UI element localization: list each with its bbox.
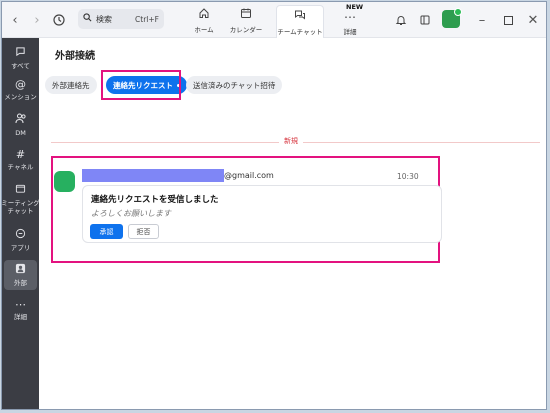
app-window: ‹ › 検索 Ctrl+F ホーム カレンダー チームチャット NEW ⋯ 詳細… [1,1,547,410]
card-subtitle: よろしくお願いします [91,209,171,218]
sidebar-item-more[interactable]: ⋯ 詳細 [2,298,39,321]
tab-more-label: 詳細 [343,27,357,36]
search-icon [83,13,92,25]
tab-home-label: ホーム [194,25,214,34]
sidebar-item-apps[interactable]: アプリ [2,228,39,252]
page-title: 外部接続 [55,51,95,62]
card-title: 連絡先リクエストを受信しました [91,195,219,205]
chat-icon [294,9,306,24]
meeting-icon [15,183,26,197]
sidebar-item-label: アプリ [10,244,31,252]
sidebar-item-channels[interactable]: # チャネル [2,148,39,171]
chat-bubble-icon [15,46,26,60]
tab-calendar-label: カレンダー [229,25,263,34]
highlight-box [101,70,181,100]
sidebar-item-meeting-chat[interactable]: ミーティング チャット [1,183,40,215]
sidebar: すべて @ メンション DM # チャネル ミーティング チャット アプリ 外部… [1,38,40,409]
app-icon [15,228,26,242]
tab-calendar[interactable]: カレンダー [224,4,268,36]
bell-icon[interactable] [392,11,410,29]
search-placeholder: 検索 [96,14,112,24]
sidebar-item-all[interactable]: すべて [2,46,39,70]
title-bar: ‹ › 検索 Ctrl+F ホーム カレンダー チームチャット NEW ⋯ 詳細… [2,2,546,38]
more-icon: ⋯ [15,298,26,311]
more-icon: ⋯ [344,9,356,24]
sidebar-item-dm[interactable]: DM [2,113,39,137]
forward-icon[interactable]: › [28,11,46,29]
sidebar-item-label: メンション [4,93,37,101]
user-avatar[interactable] [442,8,462,28]
back-icon[interactable]: ‹ [6,11,24,29]
new-badge: NEW [346,3,364,11]
message-time: 10:30 [397,172,419,181]
whiteboard-icon[interactable] [416,11,434,29]
history-icon[interactable] [50,11,68,29]
new-divider-label: 新規 [279,136,303,146]
tab-home[interactable]: ホーム [185,4,223,36]
external-icon [15,263,26,277]
redacted-email-mask [82,169,224,182]
approve-button[interactable]: 承認 [90,224,123,239]
people-icon [15,113,27,127]
sidebar-item-label: DM [15,129,26,137]
sidebar-item-label: ミーティング チャット [1,199,40,215]
minimize-icon[interactable]: – [473,11,491,29]
close-icon[interactable]: ✕ [524,11,542,29]
search-input[interactable]: 検索 Ctrl+F [78,9,164,29]
tab-sent-invitations[interactable]: 送信済みのチャット招待 [186,76,283,94]
tab-external-contacts[interactable]: 外部連絡先 [45,76,97,94]
at-icon: @ [15,78,26,91]
avatar[interactable] [54,171,75,192]
sidebar-item-label: すべて [11,62,30,70]
hash-icon: # [15,148,26,161]
sidebar-item-label: 詳細 [14,313,27,321]
sidebar-item-label: チャネル [7,163,34,171]
sidebar-item-label: 外部 [14,279,27,287]
main-panel: 外部接続 外部連絡先 連絡先リクエスト 送信済みのチャット招待 新規 @gmai… [39,38,546,409]
sidebar-item-mentions[interactable]: @ メンション [2,78,39,101]
maximize-icon[interactable] [499,11,517,29]
calendar-icon [240,7,252,22]
tab-team-chat[interactable]: チームチャット [276,5,324,38]
email-domain: @gmail.com [224,171,274,180]
home-icon [198,7,210,22]
search-shortcut: Ctrl+F [135,14,159,24]
reject-button[interactable]: 拒否 [128,224,159,239]
tab-more[interactable]: NEW ⋯ 詳細 [332,3,368,36]
contact-request-card: 連絡先リクエストを受信しました よろしくお願いします 承認 拒否 [82,185,442,243]
tab-team-chat-label: チームチャット [277,27,323,36]
sidebar-item-external[interactable]: 外部 [4,260,37,290]
